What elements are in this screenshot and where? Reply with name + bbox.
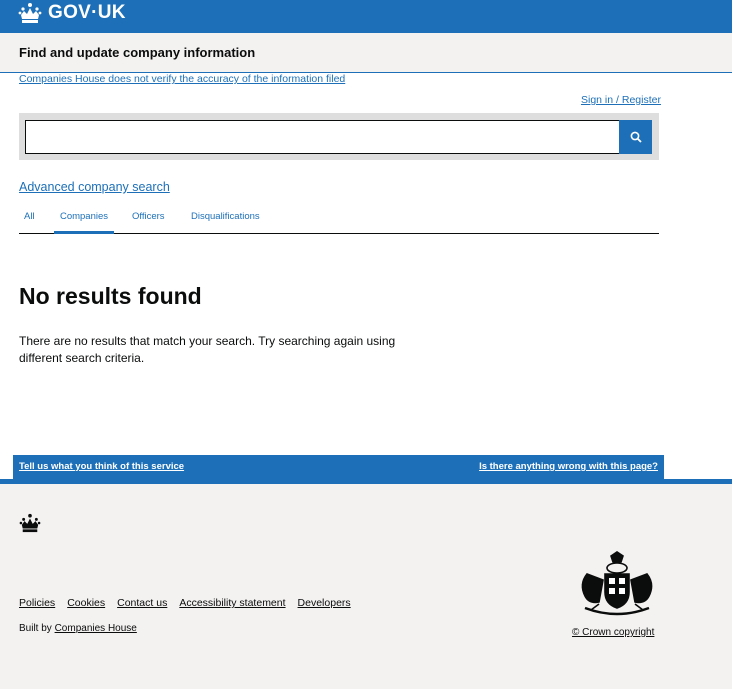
tab-all[interactable]: All bbox=[24, 211, 35, 222]
service-bar: Find and update company information bbox=[0, 33, 732, 73]
companies-house-link[interactable]: Companies House bbox=[55, 623, 137, 634]
sign-in-register-link[interactable]: Sign in / Register bbox=[581, 94, 661, 106]
search-icon bbox=[630, 131, 642, 143]
footer-link-accessibility[interactable]: Accessibility statement bbox=[179, 597, 285, 609]
govuk-logo[interactable]: GOV·UK bbox=[18, 2, 126, 24]
footer-link-contact[interactable]: Contact us bbox=[117, 597, 167, 609]
footer-links: Policies Cookies Contact us Accessibilit… bbox=[19, 597, 351, 609]
search-input[interactable] bbox=[25, 120, 620, 154]
feedback-link[interactable]: Tell us what you think of this service bbox=[19, 461, 184, 472]
tab-companies[interactable]: Companies bbox=[54, 211, 114, 234]
crown-icon bbox=[19, 513, 41, 533]
search-bar bbox=[19, 113, 659, 160]
built-by-prefix: Built by bbox=[19, 623, 52, 634]
royal-coat-of-arms bbox=[581, 551, 653, 616]
search-button[interactable] bbox=[619, 120, 652, 154]
advanced-search-link[interactable]: Advanced company search bbox=[19, 180, 170, 194]
feedback-bar: Tell us what you think of this service I… bbox=[13, 455, 664, 479]
footer-link-cookies[interactable]: Cookies bbox=[67, 597, 105, 609]
disclaimer-link[interactable]: Companies House does not verify the accu… bbox=[19, 73, 345, 85]
crown-icon bbox=[18, 3, 42, 23]
footer: Policies Cookies Contact us Accessibilit… bbox=[0, 484, 732, 689]
tab-disqualifications[interactable]: Disqualifications bbox=[191, 211, 260, 222]
govuk-header: GOV·UK bbox=[0, 0, 732, 33]
footer-link-policies[interactable]: Policies bbox=[19, 597, 55, 609]
tab-officers[interactable]: Officers bbox=[132, 211, 165, 222]
govuk-logotype[interactable]: GOV·UK bbox=[48, 2, 126, 24]
results-tabs: All Companies Officers Disqualifications bbox=[19, 205, 659, 234]
footer-link-developers[interactable]: Developers bbox=[298, 597, 351, 609]
service-name[interactable]: Find and update company information bbox=[19, 45, 255, 60]
no-results-heading: No results found bbox=[19, 283, 202, 309]
report-problem-link[interactable]: Is there anything wrong with this page? bbox=[479, 461, 658, 472]
built-by: Built by Companies House bbox=[19, 623, 137, 634]
crown-copyright-link[interactable]: © Crown copyright bbox=[572, 627, 654, 638]
no-results-message: There are no results that match your sea… bbox=[19, 334, 396, 365]
